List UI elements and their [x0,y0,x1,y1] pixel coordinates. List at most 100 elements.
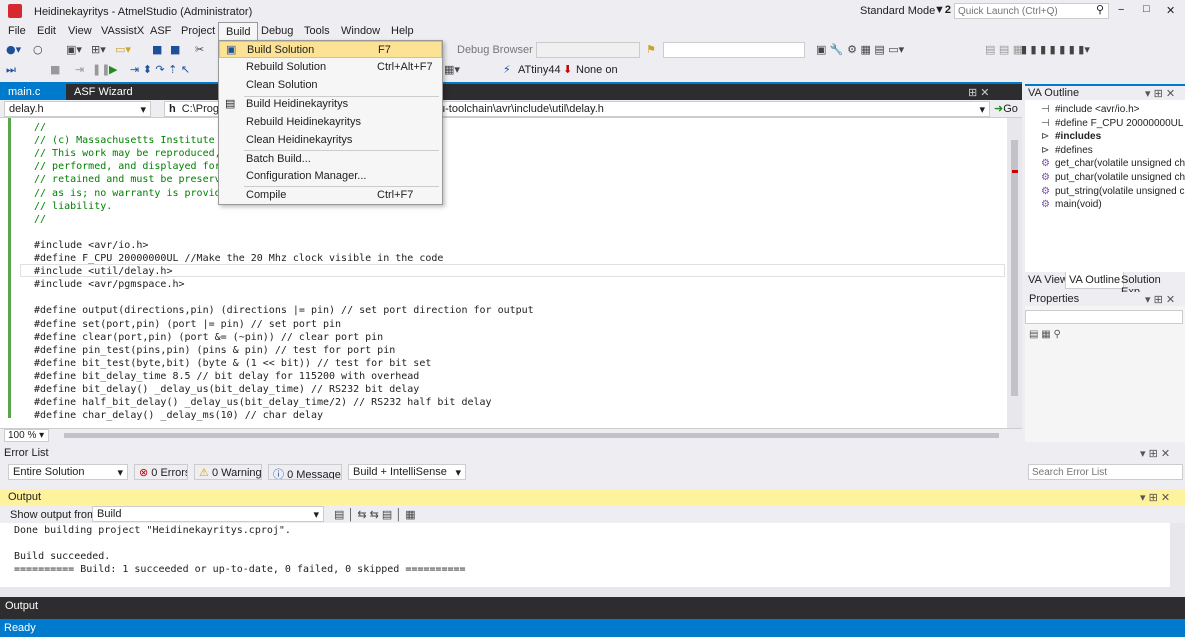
outline-item[interactable]: ⊣ #include <avr/io.h> [1041,104,1140,115]
menu-item-rebuild-solution[interactable]: Rebuild Solution Ctrl+Alt+F7 [219,59,442,76]
save-icon[interactable]: ■ [152,43,162,56]
solution-platform-combo[interactable] [536,42,640,58]
menu-item-clean-solution[interactable]: Clean Solution [219,77,442,94]
save-all-icon[interactable]: ■ [170,43,180,56]
menu-help[interactable]: Help [391,25,414,37]
warnings-filter-button[interactable]: ⚠ 0 Warnings [194,464,262,480]
menu-item-rebuild-project[interactable]: Rebuild Heidinekayritys [219,114,442,131]
menu-tools[interactable]: Tools [304,25,330,37]
zoom-combo[interactable]: 100 % ▾ [4,429,49,442]
output-horizontal-scrollbar[interactable] [0,587,1170,597]
outline-item[interactable]: ⚙ get_char(volatile unsigned char [1041,158,1185,169]
search-error-list-input[interactable] [1028,464,1183,480]
forward-icon[interactable]: ○ [33,43,43,56]
tool-label[interactable]: None on [576,64,618,76]
panel-pin-icons[interactable]: ▾ ⊞ ✕ [1140,491,1170,504]
outline-item[interactable]: ⚙ put_char(volatile unsigned char [1041,172,1185,183]
find-icon[interactable]: ⚑ [646,43,656,56]
quick-launch-input[interactable] [954,3,1109,19]
bookmark-icon[interactable]: ▮ ▮ ▮ ▮ ▮ ▮ ▮▾ [1021,43,1090,56]
toolbar-debug: ⏭ ■ ⇥ ❚❚ ▶ ⇥ ⬍ ↷ ⇡ ↖ ▦▾ ⚡ ATtiny44 ⬇ Non… [0,60,1185,80]
tab-va-view[interactable]: VA View [1028,274,1068,286]
debug-browser-combo[interactable]: Debug Browser ▾ [453,42,533,58]
menu-debug[interactable]: Debug [261,25,293,37]
menu-item-build-project[interactable]: ▤ Build Heidinekayritys [219,96,442,113]
tab-main-c[interactable]: main.c ✕ [0,84,66,111]
output-tool-icons[interactable]: ▤ │ ⇆ ⇆ ▤ │ ▦ [334,508,416,521]
scroll-thumb[interactable] [1011,140,1018,396]
menu-edit[interactable]: Edit [37,25,56,37]
add-item-icon[interactable]: ⊞▾ [91,43,106,56]
maximize-button[interactable]: □ [1143,3,1150,15]
properties-panel: Properties ▾ ⊞ ✕ ▤ ▦ ⚲ [1025,292,1185,442]
panel-pin-icons[interactable]: ▾ ⊞ ✕ [1145,293,1175,306]
search-icon[interactable]: ⚲ [1096,3,1104,16]
find-combo[interactable] [663,42,805,58]
new-project-icon[interactable]: ▣▾ [66,43,82,56]
start-debug-icon[interactable]: ▶ [109,63,117,76]
va-outline-header: VA Outline ▾ ⊞ ✕ [1025,84,1185,100]
notification-icon[interactable]: ▼2 [934,4,951,16]
tab-output[interactable]: Output [5,600,38,612]
file-combo[interactable]: delay.h ▾ [4,101,151,117]
code-line: #define output(directions,pin) (directio… [34,305,534,317]
tab-va-outline[interactable]: VA Outline [1065,272,1125,289]
back-icon[interactable]: ●▾ [6,43,21,56]
navigation-bar: delay.h ▾ h C:\Progra u-toolchain\avr\inclu… [0,100,1022,118]
output-source-combo[interactable]: Build ▾ [92,506,324,522]
build-filter-combo[interactable]: Build + IntelliSense ▾ [348,464,466,480]
tool-icon[interactable]: ⬇ [563,63,572,76]
output-header: Output ▾ ⊞ ✕ [0,489,1185,505]
horizontal-scrollbar[interactable] [64,433,999,438]
menu-item-clean-project[interactable]: Clean Heidinekayritys [219,132,442,149]
step-icons[interactable]: ⇥ ⬍ ↷ ⇡ ↖ [130,63,190,76]
outline-item[interactable]: ⊳ #includes [1041,131,1101,142]
tools-icon[interactable]: ▣ 🔧 ⚙ ▦ ▤ ▭▾ [816,43,904,56]
function-icon: ⚙ [1041,185,1050,197]
open-file-icon[interactable]: ▭▾ [115,43,131,56]
chip-icon[interactable]: ▦▾ [444,63,460,76]
outline-item[interactable]: ⊣ #define F_CPU 20000000UL //M [1041,118,1185,129]
properties-object-combo[interactable] [1025,310,1183,324]
menu-vassistx[interactable]: VAssistX [101,25,144,37]
menu-project[interactable]: Project [181,25,215,37]
code-line: // (c) Massachusetts Institute of [34,135,233,147]
stop-icon[interactable]: ■ [50,63,60,76]
menu-item-configuration-manager[interactable]: Configuration Manager... [219,168,442,185]
menu-item-compile[interactable]: Compile Ctrl+F7 [219,187,442,204]
close-button[interactable]: ✕ [1166,4,1175,17]
code-line: // performed, and displayed for a [34,161,233,173]
panel-pin-icons[interactable]: ▾ ⊞ ✕ [1140,447,1170,460]
messages-filter-button[interactable]: ⓘ 0 Messages [268,464,342,480]
outline-item[interactable]: ⚙ put_string(volatile unsigned ch [1041,186,1185,197]
menu-item-batch-build[interactable]: Batch Build... [219,151,442,168]
menu-view[interactable]: View [68,25,92,37]
toolbar-standard: ●▾ ○ ▣▾ ⊞▾ ▭▾ ■ ■ ✂ Debug Browser ▾ ⚑ ▣ … [0,40,1185,60]
outline-item[interactable]: ⊳ #defines [1041,145,1093,156]
show-output-label: Show output from: [10,509,100,521]
tab-pin-icons[interactable]: ⊞ ✕ [960,84,998,100]
menu-item-build-solution[interactable]: ▣ Build Solution F7 [219,41,442,58]
errors-filter-button[interactable]: ⊗ 0 Errors [134,464,188,480]
menu-file[interactable]: File [8,25,26,37]
tab-asf-wizard[interactable]: ASF Wizard [66,84,141,100]
menu-window[interactable]: Window [341,25,380,37]
properties-toolbar[interactable]: ▤ ▦ ⚲ [1029,329,1061,340]
device-icon[interactable]: ⚡ [503,63,511,76]
cut-icon[interactable]: ✂ [195,43,204,56]
comment-icon[interactable]: ▤ ▤ ▦ [985,43,1023,56]
go-button[interactable]: ➜Go [994,102,1018,115]
output-vertical-scrollbar[interactable] [1170,523,1185,597]
menu-build[interactable]: Build [218,22,259,40]
menu-asf[interactable]: ASF [150,25,171,37]
device-label[interactable]: ATtiny44 [518,64,561,76]
device-programming-icon[interactable]: ⏭ [6,63,16,77]
outline-item[interactable]: ⚙ main(void) [1041,199,1102,210]
minimize-button[interactable]: − [1118,4,1124,16]
restart-icon[interactable]: ⇥ [75,63,84,76]
editor-vertical-scrollbar[interactable] [1007,118,1022,428]
output-text-area[interactable]: Done building project "Heidinekayritys.c… [0,523,1170,597]
error-scope-combo[interactable]: Entire Solution ▾ [8,464,128,480]
pause-icon[interactable]: ❚❚ [92,63,110,76]
panel-pin-icons[interactable]: ▾ ⊞ ✕ [1145,87,1175,100]
